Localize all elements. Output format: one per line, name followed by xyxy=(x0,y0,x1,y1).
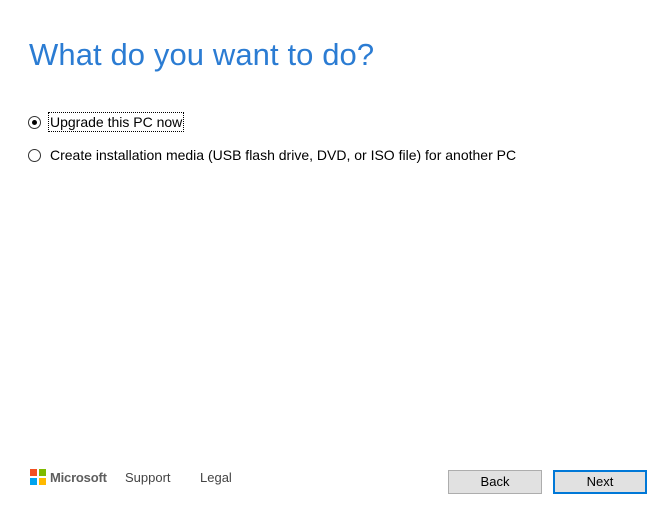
radio-unchecked-icon[interactable] xyxy=(28,148,41,162)
page-title: What do you want to do? xyxy=(29,37,375,72)
next-button[interactable]: Next xyxy=(553,470,647,494)
brand-name: Microsoft xyxy=(50,469,107,485)
radio-checked-icon[interactable] xyxy=(28,115,41,129)
option-upgrade-label[interactable]: Upgrade this PC now xyxy=(47,112,185,132)
back-button[interactable]: Back xyxy=(448,470,542,494)
option-create-installation-media[interactable]: Create installation media (USB flash dri… xyxy=(28,146,517,164)
option-upgrade-this-pc[interactable]: Upgrade this PC now xyxy=(28,112,185,132)
microsoft-logo: Microsoft xyxy=(30,469,107,485)
microsoft-logo-icon xyxy=(30,469,46,485)
option-create-media-label[interactable]: Create installation media (USB flash dri… xyxy=(49,146,517,164)
support-link[interactable]: Support xyxy=(125,470,171,485)
legal-link[interactable]: Legal xyxy=(200,470,232,485)
